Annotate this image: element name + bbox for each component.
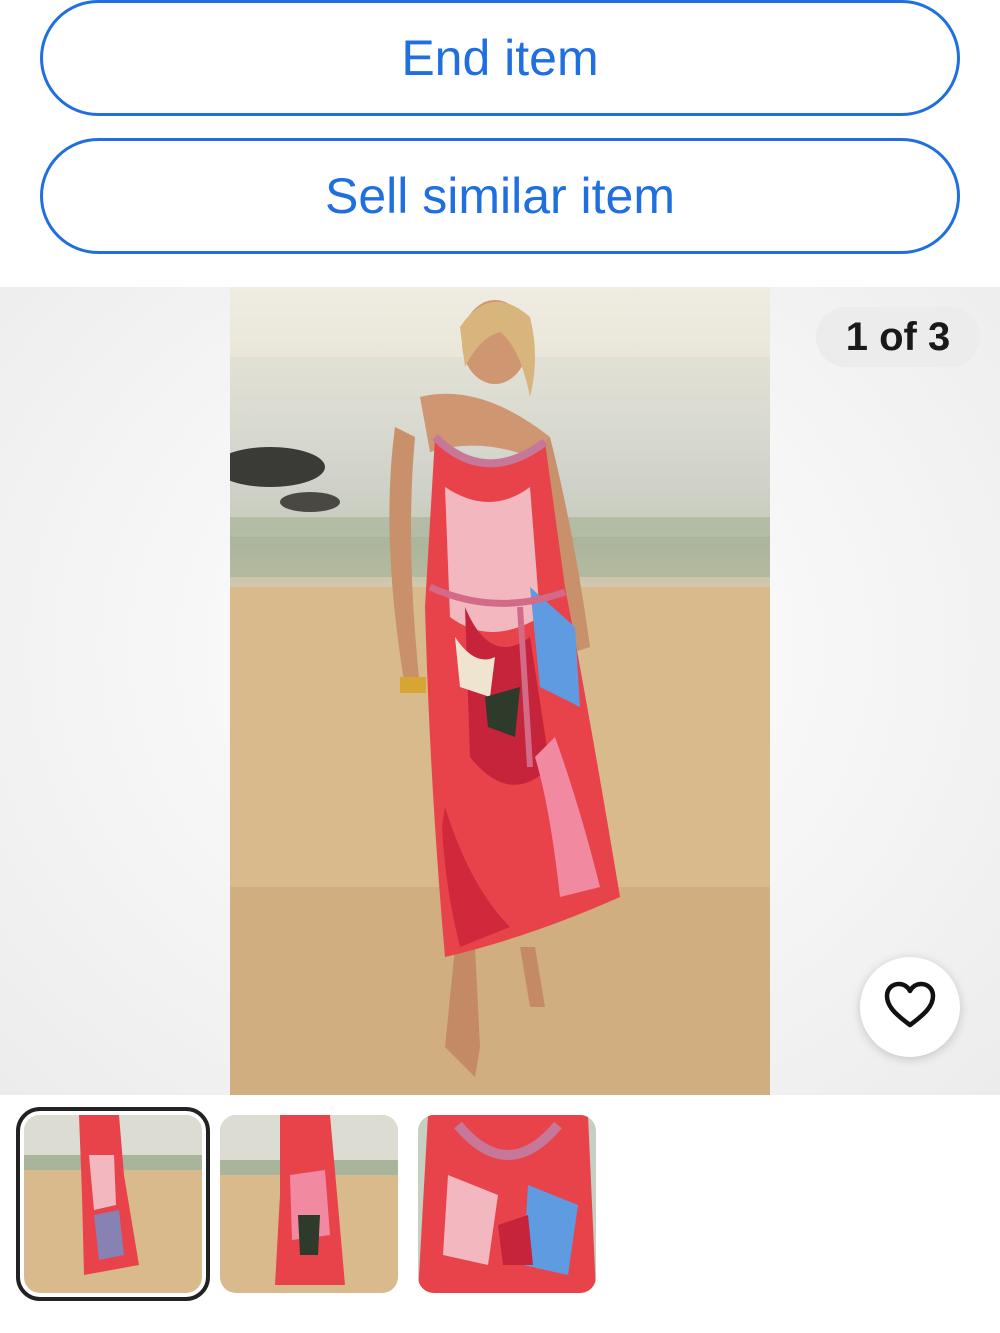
- item-page: End item Sell similar item 1 of 3: [0, 0, 1000, 1333]
- thumbnail-2[interactable]: [220, 1115, 398, 1293]
- end-item-button[interactable]: End item: [40, 0, 960, 116]
- favorite-button[interactable]: [860, 957, 960, 1057]
- heart-outline-icon: [883, 981, 937, 1034]
- main-product-photo[interactable]: [230, 287, 770, 1095]
- thumbnail-1[interactable]: [16, 1107, 210, 1301]
- sell-similar-item-button[interactable]: Sell similar item: [40, 138, 960, 254]
- image-gallery[interactable]: 1 of 3: [0, 287, 1000, 1095]
- thumbnail-3[interactable]: [418, 1115, 596, 1293]
- image-counter: 1 of 3: [816, 307, 980, 367]
